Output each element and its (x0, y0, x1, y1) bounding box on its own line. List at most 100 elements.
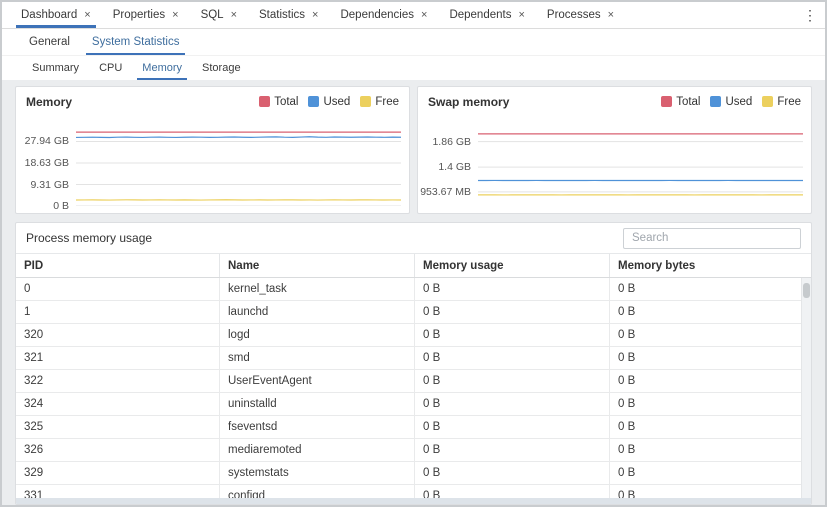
memory-chart-panel: Memory TotalUsedFree 27.94 GB18.63 GB9.3… (15, 86, 410, 214)
table-row[interactable]: 320logd0 B0 B (16, 324, 811, 347)
column-header-memory-bytes[interactable]: Memory bytes (610, 254, 811, 277)
table-cell: 0 B (415, 324, 610, 346)
table-cell: UserEventAgent (220, 370, 415, 392)
process-panel-header: Process memory usage (16, 223, 811, 253)
y-axis-tick-label: 27.94 GB (15, 135, 69, 147)
table-cell: 0 B (415, 462, 610, 484)
tab-memory[interactable]: Memory (132, 56, 192, 80)
total-swatch-icon (259, 96, 270, 107)
table-cell: 0 B (415, 416, 610, 438)
search-input[interactable] (623, 228, 801, 249)
tab-label: Processes (547, 9, 601, 21)
chart-legend: TotalUsedFree (259, 96, 399, 108)
kebab-menu-icon[interactable]: ⋮ (803, 8, 817, 22)
tab-close-icon[interactable]: × (84, 10, 90, 21)
table-cell: 0 B (415, 393, 610, 415)
tab-system-statistics[interactable]: System Statistics (81, 29, 191, 55)
tab-label: Statistics (259, 9, 305, 21)
table-cell: 325 (16, 416, 220, 438)
process-memory-panel: Process memory usage PIDNameMemory usage… (15, 222, 812, 505)
column-header-name[interactable]: Name (220, 254, 415, 277)
column-header-pid[interactable]: PID (16, 254, 220, 277)
table-cell: 0 B (610, 324, 811, 346)
legend-label: Total (676, 96, 700, 108)
legend-label: Total (274, 96, 298, 108)
tab-storage[interactable]: Storage (192, 56, 251, 80)
chart-plot-wrap: 1.86 GB1.4 GB953.67 MB (418, 112, 811, 213)
table-body: 0kernel_task0 B0 B1launchd0 B0 B320logd0… (16, 278, 811, 504)
tab-properties[interactable]: Properties × (102, 2, 190, 28)
chart-header: Swap memory Total Used Free (418, 87, 811, 112)
y-axis-tick-label: 1.4 GB (417, 161, 471, 173)
table-cell: 0 B (610, 347, 811, 369)
column-header-memory-usage[interactable]: Memory usage (415, 254, 610, 277)
tab-close-icon[interactable]: × (421, 10, 427, 21)
table-cell: logd (220, 324, 415, 346)
table-cell: 0 B (610, 416, 811, 438)
y-axis-tick-label: 18.63 GB (15, 157, 69, 169)
tab-processes[interactable]: Processes × (536, 2, 625, 28)
used-swatch-icon (308, 96, 319, 107)
used-swatch-icon (710, 96, 721, 107)
table-cell: 0 (16, 278, 220, 300)
table-cell: 321 (16, 347, 220, 369)
table-cell: 1 (16, 301, 220, 323)
table-cell: 326 (16, 439, 220, 461)
tab-label: Properties (113, 9, 165, 21)
table-cell: uninstalld (220, 393, 415, 415)
table-cell: 0 B (610, 462, 811, 484)
tab-close-icon[interactable]: × (231, 10, 237, 21)
table-row[interactable]: 1launchd0 B0 B (16, 301, 811, 324)
legend-item-free: Free (762, 96, 801, 108)
chart-legend: Total Used Free (661, 96, 801, 108)
stat-tab-bar: SummaryCPUMemoryStorage (2, 56, 825, 80)
tab-label: Dependents (449, 9, 511, 21)
tab-summary[interactable]: Summary (22, 56, 89, 80)
legend-label: Free (777, 96, 801, 108)
tab-label: Dependencies (340, 9, 414, 21)
tab-cpu[interactable]: CPU (89, 56, 132, 80)
tab-close-icon[interactable]: × (312, 10, 318, 21)
charts-row: Memory TotalUsedFree 27.94 GB18.63 GB9.3… (15, 86, 812, 214)
y-axis-tick-label: 0 B (15, 200, 69, 212)
dashboard-window: Dashboard×Properties×SQL×Statistics×Depe… (0, 0, 827, 507)
chart-title: Swap memory (428, 95, 509, 109)
tab-dependencies[interactable]: Dependencies × (329, 2, 438, 28)
tab-general[interactable]: General (18, 29, 81, 55)
table-row[interactable]: 321smd0 B0 B (16, 347, 811, 370)
table-cell: mediaremoted (220, 439, 415, 461)
vertical-scrollbar-thumb[interactable] (803, 283, 810, 298)
table-cell: 320 (16, 324, 220, 346)
tab-close-icon[interactable]: × (608, 10, 614, 21)
chart-plot-wrap: 27.94 GB18.63 GB9.31 GB0 B (16, 112, 409, 213)
table-row[interactable]: 326mediaremoted0 B0 B (16, 439, 811, 462)
table-row[interactable]: 0kernel_task0 B0 B (16, 278, 811, 301)
table-row[interactable]: 324uninstalld0 B0 B (16, 393, 811, 416)
table-cell: 0 B (610, 393, 811, 415)
legend-label: Used (725, 96, 752, 108)
tab-label: SQL (201, 9, 224, 21)
horizontal-scrollbar-track[interactable] (16, 498, 811, 504)
tab-close-icon[interactable]: × (172, 10, 178, 21)
table-cell: 0 B (415, 301, 610, 323)
table-row[interactable]: 325fseventsd0 B0 B (16, 416, 811, 439)
legend-item-free: Free (360, 96, 399, 108)
table-row[interactable]: 329systemstats0 B0 B (16, 462, 811, 485)
table-cell: 0 B (415, 347, 610, 369)
vertical-scrollbar-track[interactable] (801, 278, 811, 504)
dashboard-content: Memory TotalUsedFree 27.94 GB18.63 GB9.3… (2, 80, 825, 505)
tab-dashboard[interactable]: Dashboard× (10, 2, 102, 28)
table-cell: smd (220, 347, 415, 369)
table-cell: 0 B (610, 278, 811, 300)
tab-statistics[interactable]: Statistics × (248, 2, 329, 28)
chart-header: Memory TotalUsedFree (16, 87, 409, 112)
tab-sql[interactable]: SQL × (190, 2, 248, 28)
tab-dependents[interactable]: Dependents × (438, 2, 535, 28)
table-cell: systemstats (220, 462, 415, 484)
tab-close-icon[interactable]: × (518, 10, 524, 21)
sub-tab-bar: GeneralSystem Statistics (2, 29, 825, 56)
free-swatch-icon (360, 96, 371, 107)
chart-title: Memory (26, 95, 72, 109)
table-cell: 0 B (415, 439, 610, 461)
table-row[interactable]: 322UserEventAgent0 B0 B (16, 370, 811, 393)
